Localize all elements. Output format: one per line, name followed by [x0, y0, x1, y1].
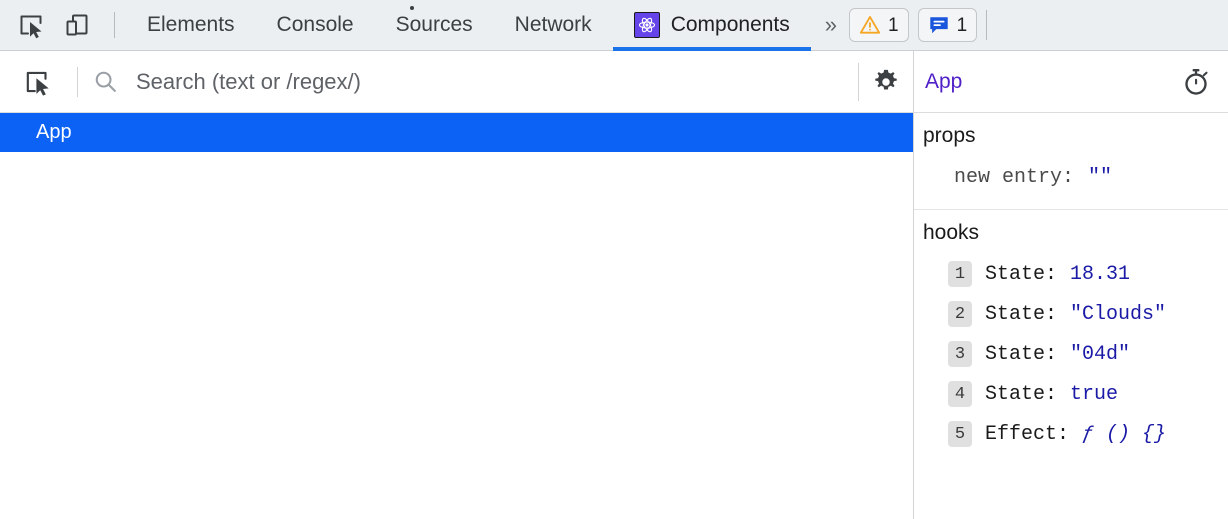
component-inspector-pane: App props new entry: "" hooks 1 State: 1… — [914, 51, 1228, 519]
hooks-section: hooks 1 State: 18.31 2 State: "Clouds" 3… — [914, 210, 1228, 466]
toolbar-divider — [114, 12, 115, 38]
tab-label: Network — [514, 13, 592, 36]
tab-network[interactable]: Network — [494, 0, 613, 51]
inspector-header: App — [914, 51, 1228, 113]
hook-row[interactable]: 4 State: true — [914, 374, 1228, 414]
hook-label: State: — [985, 302, 1058, 326]
tab-label: Sources — [395, 13, 473, 36]
inspect-cursor-icon — [20, 15, 42, 39]
hook-row[interactable]: 2 State: "Clouds" — [914, 294, 1228, 334]
warning-triangle-icon — [859, 16, 881, 34]
inspector-component-name: App — [925, 69, 963, 93]
search-input[interactable] — [136, 68, 846, 95]
warnings-badge[interactable]: 1 — [849, 8, 909, 42]
prop-key: new entry: — [954, 165, 1075, 189]
search-icon — [92, 69, 118, 95]
hook-value[interactable]: "04d" — [1070, 343, 1130, 366]
hooks-section-title: hooks — [923, 221, 980, 244]
settings-button[interactable] — [859, 59, 913, 105]
select-element-button[interactable] — [12, 59, 64, 105]
device-toolbar-icon — [66, 14, 88, 36]
inspector-body: props new entry: "" hooks 1 State: 18.31 — [914, 113, 1228, 519]
props-section: props new entry: "" — [914, 113, 1228, 210]
tab-label: Elements — [147, 13, 235, 36]
hook-index: 5 — [948, 421, 972, 447]
devtools-window: Elements Console Sources Network Compone… — [0, 0, 1228, 519]
hook-value[interactable]: "Clouds" — [1070, 303, 1166, 326]
toggle-device-toolbar-button[interactable] — [54, 5, 100, 45]
tree-item-label: App — [36, 121, 72, 143]
tab-console[interactable]: Console — [256, 0, 375, 51]
hook-index: 4 — [948, 381, 972, 407]
tab-label: Console — [276, 13, 354, 36]
props-section-title: props — [923, 124, 976, 147]
hook-label: State: — [985, 342, 1058, 366]
more-tabs-button[interactable]: » — [811, 14, 849, 36]
magnifier-icon — [95, 71, 116, 92]
devtools-panes: App App — [0, 51, 1228, 519]
tab-sources[interactable]: Sources — [375, 0, 494, 51]
react-atom-icon — [638, 17, 655, 33]
gear-icon — [875, 69, 897, 89]
tab-elements[interactable]: Elements — [126, 0, 256, 51]
hook-label: Effect: — [985, 422, 1070, 446]
toolbar-divider-right — [986, 10, 988, 40]
messages-badge[interactable]: 1 — [917, 8, 978, 42]
inspect-element-button[interactable] — [8, 5, 54, 45]
warnings-count: 1 — [888, 14, 899, 36]
react-logo-icon — [633, 12, 660, 38]
props-row[interactable]: new entry: "" — [914, 157, 1228, 197]
hook-value[interactable]: ƒ () {} — [1082, 423, 1166, 446]
component-tree: App — [0, 113, 913, 519]
messages-count: 1 — [956, 14, 968, 36]
hook-row[interactable]: 5 Effect: ƒ () {} — [914, 414, 1228, 454]
tree-item-app[interactable]: App — [0, 113, 913, 152]
prop-value[interactable]: "" — [1088, 166, 1112, 189]
hook-index: 1 — [948, 261, 972, 287]
tab-change-dot-icon — [410, 5, 415, 10]
hook-row[interactable]: 1 State: 18.31 — [914, 254, 1228, 294]
hook-value[interactable]: 18.31 — [1070, 263, 1130, 286]
stopwatch-icon — [1185, 68, 1208, 95]
tab-components[interactable]: Components — [612, 0, 811, 51]
hook-row[interactable]: 3 State: "04d" — [914, 334, 1228, 374]
hook-label: State: — [985, 262, 1058, 286]
devtools-tabbar: Elements Console Sources Network Compone… — [0, 0, 1228, 51]
hook-index: 2 — [948, 301, 972, 327]
components-tree-pane: App — [0, 51, 914, 519]
hook-label: State: — [985, 382, 1058, 406]
tab-label: Components — [670, 13, 790, 36]
message-bubble-icon — [929, 17, 948, 34]
search-toolbar-divider — [77, 66, 78, 97]
hook-index: 3 — [948, 341, 972, 367]
profiler-timer-button[interactable] — [1176, 62, 1216, 102]
select-element-icon — [26, 71, 49, 96]
hook-value[interactable]: true — [1070, 383, 1118, 406]
components-search-toolbar — [0, 51, 913, 113]
